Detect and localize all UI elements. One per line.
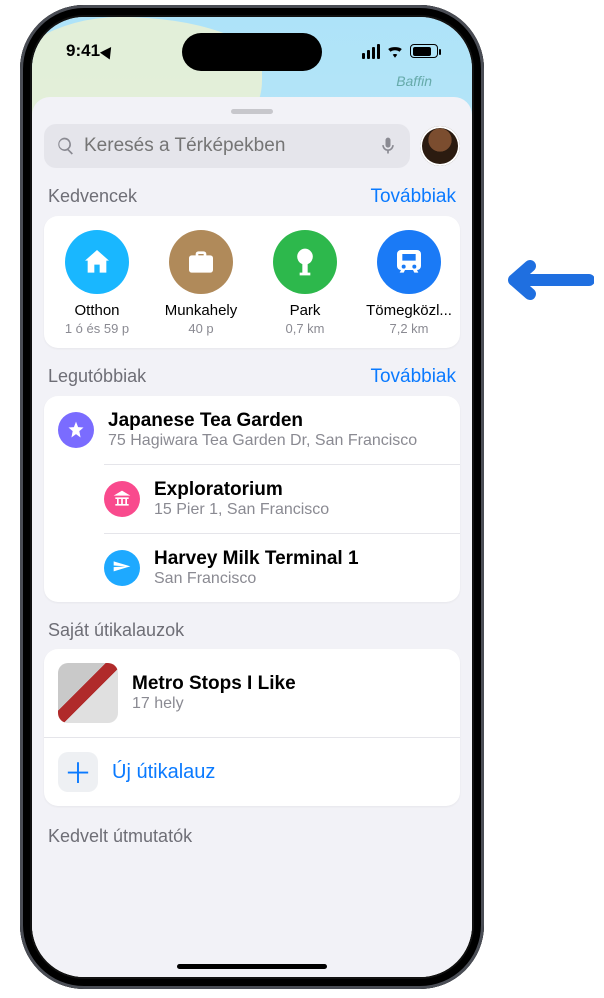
search-sheet: Kedvencek Továbbiak Otthon 1 ó és 59 p M… bbox=[32, 97, 472, 977]
favorite-label: Otthon bbox=[54, 302, 140, 319]
recents-more-link[interactable]: Továbbiak bbox=[370, 366, 456, 388]
recents-section: Legutóbbiak Továbbiak Japanese Tea Garde… bbox=[44, 366, 460, 602]
favorite-label: Park bbox=[262, 302, 348, 319]
recent-item[interactable]: Exploratorium 15 Pier 1, San Francisco bbox=[104, 464, 460, 533]
guide-title: Metro Stops I Like bbox=[132, 673, 296, 695]
transit-icon bbox=[377, 230, 441, 294]
recent-sub: San Francisco bbox=[154, 570, 359, 588]
search-input[interactable] bbox=[84, 135, 370, 157]
favorites-row[interactable]: Otthon 1 ó és 59 p Munkahely 40 p Park 0… bbox=[50, 230, 454, 336]
guide-thumbnail bbox=[58, 663, 118, 723]
home-icon bbox=[65, 230, 129, 294]
favorite-home[interactable]: Otthon 1 ó és 59 p bbox=[54, 230, 140, 336]
recent-sub: 75 Hagiwara Tea Garden Dr, San Francisco bbox=[108, 432, 417, 450]
star-icon bbox=[58, 412, 94, 448]
search-field[interactable] bbox=[44, 124, 410, 168]
wifi-icon bbox=[386, 44, 404, 58]
guide-item[interactable]: Metro Stops I Like 17 hely bbox=[44, 649, 460, 737]
recent-item[interactable]: Harvey Milk Terminal 1 San Francisco bbox=[104, 533, 460, 602]
location-arrow-icon bbox=[100, 43, 116, 59]
screen: Baffin 9:41 bbox=[32, 17, 472, 977]
briefcase-icon bbox=[169, 230, 233, 294]
favorite-sub: 1 ó és 59 p bbox=[54, 321, 140, 336]
favorites-more-link[interactable]: Továbbiak bbox=[370, 186, 456, 208]
favorite-park[interactable]: Park 0,7 km bbox=[262, 230, 348, 336]
guide-sub: 17 hely bbox=[132, 695, 296, 713]
phone-frame: Baffin 9:41 bbox=[20, 5, 484, 989]
guides-card: Metro Stops I Like 17 hely ＋ Új útikalau… bbox=[44, 649, 460, 806]
battery-icon bbox=[410, 44, 438, 58]
recents-title: Legutóbbiak bbox=[48, 366, 146, 387]
favorites-card: Otthon 1 ó és 59 p Munkahely 40 p Park 0… bbox=[44, 216, 460, 348]
recents-card: Japanese Tea Garden 75 Hagiwara Tea Gard… bbox=[44, 396, 460, 602]
cellular-icon bbox=[362, 44, 380, 59]
home-indicator[interactable] bbox=[177, 964, 327, 969]
guides-section: Saját útikalauzok Metro Stops I Like 17 … bbox=[44, 620, 460, 806]
featured-guides-title: Kedvelt útmutatók bbox=[44, 806, 460, 847]
favorites-section: Kedvencek Továbbiak Otthon 1 ó és 59 p M… bbox=[44, 186, 460, 348]
status-time: 9:41 bbox=[66, 41, 100, 61]
favorite-work[interactable]: Munkahely 40 p bbox=[158, 230, 244, 336]
new-guide-button[interactable]: ＋ Új útikalauz bbox=[44, 737, 460, 806]
favorites-title: Kedvencek bbox=[48, 186, 137, 207]
guides-title: Saját útikalauzok bbox=[48, 620, 184, 641]
profile-avatar[interactable] bbox=[420, 126, 460, 166]
plus-icon: ＋ bbox=[58, 752, 98, 792]
favorite-label: Tömegközl... bbox=[366, 302, 452, 319]
favorite-sub: 0,7 km bbox=[262, 321, 348, 336]
recent-title: Harvey Milk Terminal 1 bbox=[154, 548, 359, 570]
dynamic-island bbox=[182, 33, 322, 71]
new-guide-label: Új útikalauz bbox=[112, 761, 215, 784]
favorite-sub: 7,2 km bbox=[366, 321, 452, 336]
favorite-transit[interactable]: Tömegközl... 7,2 km bbox=[366, 230, 452, 336]
recent-title: Exploratorium bbox=[154, 479, 329, 501]
callout-arrow-icon bbox=[494, 250, 594, 315]
plane-icon bbox=[104, 550, 140, 586]
recent-item[interactable]: Japanese Tea Garden 75 Hagiwara Tea Gard… bbox=[44, 396, 460, 464]
tree-icon bbox=[273, 230, 337, 294]
search-icon bbox=[56, 136, 76, 156]
museum-icon bbox=[104, 481, 140, 517]
map-label: Baffin bbox=[396, 73, 432, 89]
recent-sub: 15 Pier 1, San Francisco bbox=[154, 501, 329, 519]
recent-title: Japanese Tea Garden bbox=[108, 410, 417, 432]
favorite-sub: 40 p bbox=[158, 321, 244, 336]
favorite-label: Munkahely bbox=[158, 302, 244, 319]
mic-icon[interactable] bbox=[378, 136, 398, 156]
sheet-grabber[interactable] bbox=[231, 109, 273, 114]
